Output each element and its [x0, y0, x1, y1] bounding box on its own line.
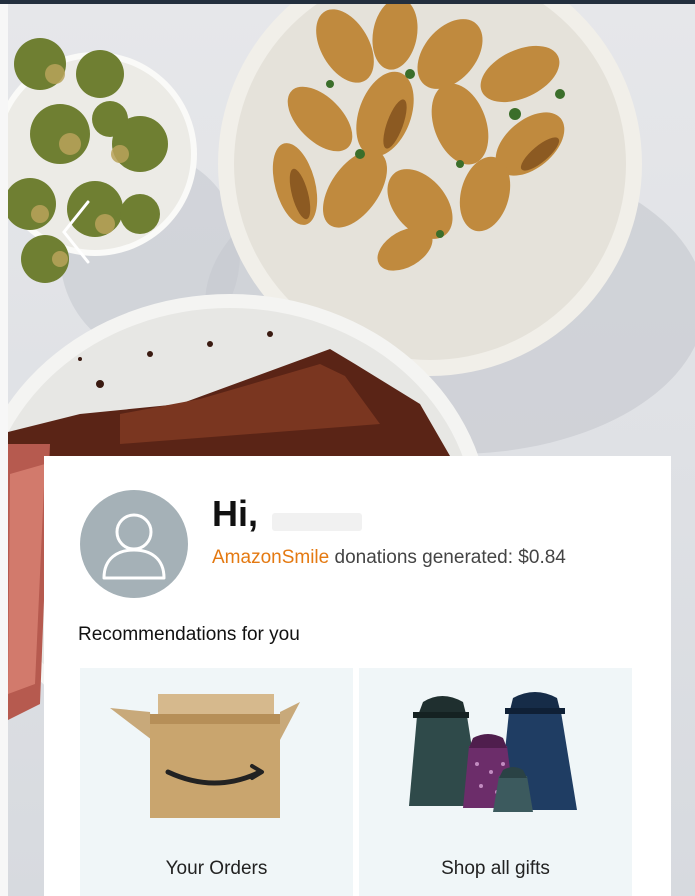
user-avatar-icon[interactable]	[80, 490, 188, 598]
tile-your-orders[interactable]: Your Orders	[80, 668, 353, 896]
home-screen: Hi, AmazonSmile donations generated: $0.…	[0, 0, 695, 896]
user-name-redacted	[272, 512, 363, 531]
donations-text: donations generated: $0.84	[329, 547, 566, 568]
account-card: Hi, AmazonSmile donations generated: $0.…	[44, 456, 671, 896]
greeting-text: Hi,	[212, 493, 259, 534]
smile-donations: AmazonSmile donations generated: $0.84	[212, 546, 632, 570]
recommendation-tiles: Your Orders Shop all gifts	[80, 668, 632, 896]
person-silhouette-icon	[102, 513, 166, 580]
greeting: Hi,	[212, 492, 632, 536]
tile-label-your-orders: Your Orders	[165, 858, 268, 879]
carousel-prev-button[interactable]	[52, 196, 100, 268]
recommendations-title: Recommendations for you	[78, 624, 300, 645]
tile-label-shop-all-gifts: Shop all gifts	[441, 858, 550, 879]
chevron-left-icon	[62, 200, 90, 264]
amazonsmile-link[interactable]: AmazonSmile	[212, 547, 329, 568]
tile-shop-all-gifts[interactable]: Shop all gifts	[359, 668, 632, 896]
left-edge-strip	[0, 4, 8, 896]
